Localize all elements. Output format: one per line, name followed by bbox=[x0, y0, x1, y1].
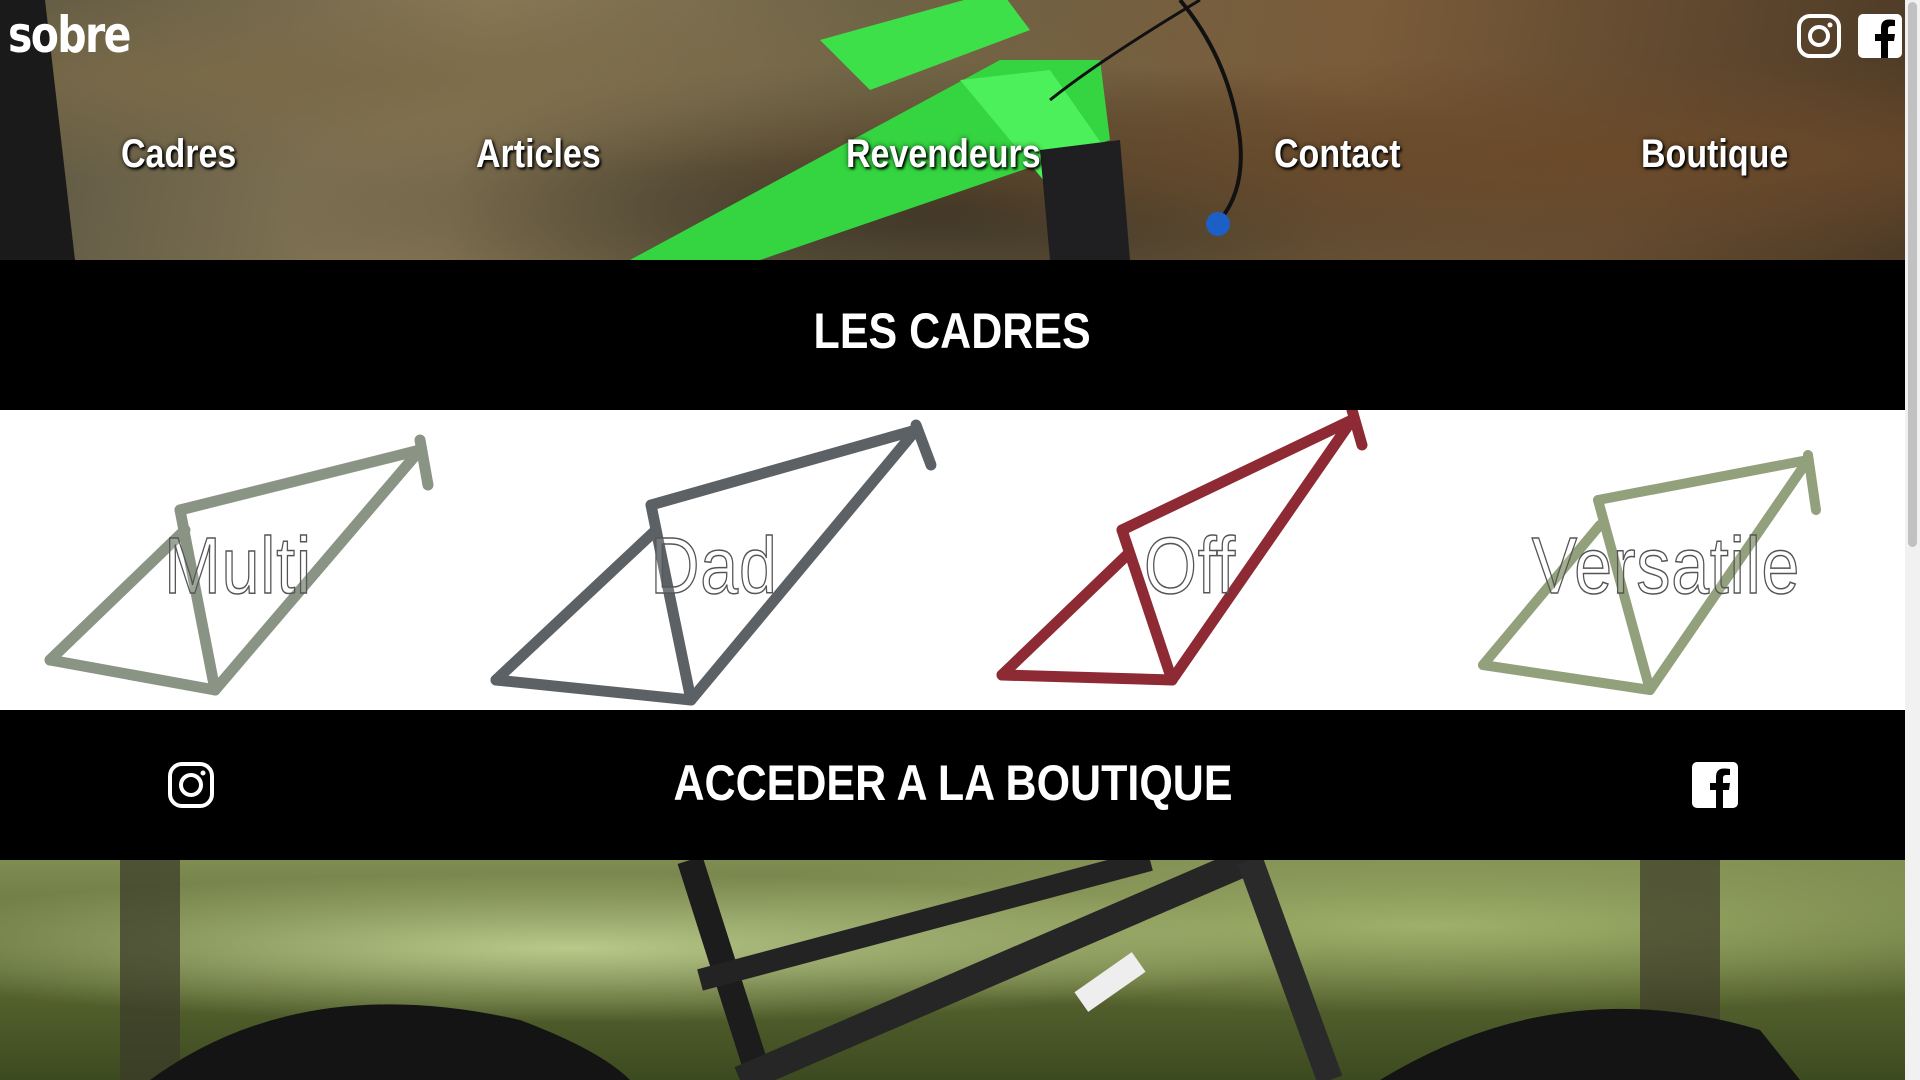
site-logo[interactable]: sobre bbox=[8, 6, 131, 64]
page: sobre Cadres Articles Revendeurs Contact… bbox=[0, 0, 1905, 1080]
frame-label-multi: Multi bbox=[163, 520, 312, 611]
shop-link[interactable]: ACCEDER A LA BOUTIQUE bbox=[0, 754, 1905, 812]
frame-label-dad: Dad bbox=[650, 520, 778, 611]
hero-bike-image bbox=[0, 0, 1243, 260]
frame-card-dad[interactable]: Dad bbox=[476, 410, 952, 710]
bike-photo bbox=[0, 860, 1905, 1080]
section-title: LES CADRES bbox=[813, 303, 1092, 359]
nav-cadres[interactable]: Cadres bbox=[121, 132, 236, 177]
frame-card-versatile[interactable]: Versatile bbox=[1428, 410, 1904, 710]
bottom-bike-image bbox=[120, 860, 1800, 1080]
frame-label-off: Off bbox=[1143, 520, 1236, 611]
frame-label-versatile: Versatile bbox=[1531, 520, 1801, 611]
nav-articles[interactable]: Articles bbox=[476, 132, 601, 177]
shop-link-label[interactable]: ACCEDER A LA BOUTIQUE bbox=[673, 754, 1232, 812]
nav-contact[interactable]: Contact bbox=[1274, 132, 1401, 177]
frames-section-header: LES CADRES bbox=[0, 260, 1905, 410]
hero-banner: sobre Cadres Articles Revendeurs Contact… bbox=[0, 0, 1905, 260]
nav-boutique[interactable]: Boutique bbox=[1641, 132, 1788, 177]
instagram-icon[interactable] bbox=[168, 762, 214, 808]
shop-band: ACCEDER A LA BOUTIQUE bbox=[0, 710, 1905, 860]
instagram-icon[interactable] bbox=[1797, 14, 1841, 58]
nav-revendeurs[interactable]: Revendeurs bbox=[846, 132, 1041, 177]
facebook-icon[interactable] bbox=[1858, 14, 1902, 58]
frame-card-off[interactable]: Off bbox=[952, 410, 1428, 710]
frame-card-multi[interactable]: Multi bbox=[0, 410, 476, 710]
frames-gallery: Multi Dad Off Versatile bbox=[0, 410, 1905, 710]
facebook-icon[interactable] bbox=[1692, 762, 1738, 808]
page-scrollbar[interactable] bbox=[1905, 0, 1920, 1080]
scrollbar-thumb[interactable] bbox=[1908, 2, 1917, 547]
